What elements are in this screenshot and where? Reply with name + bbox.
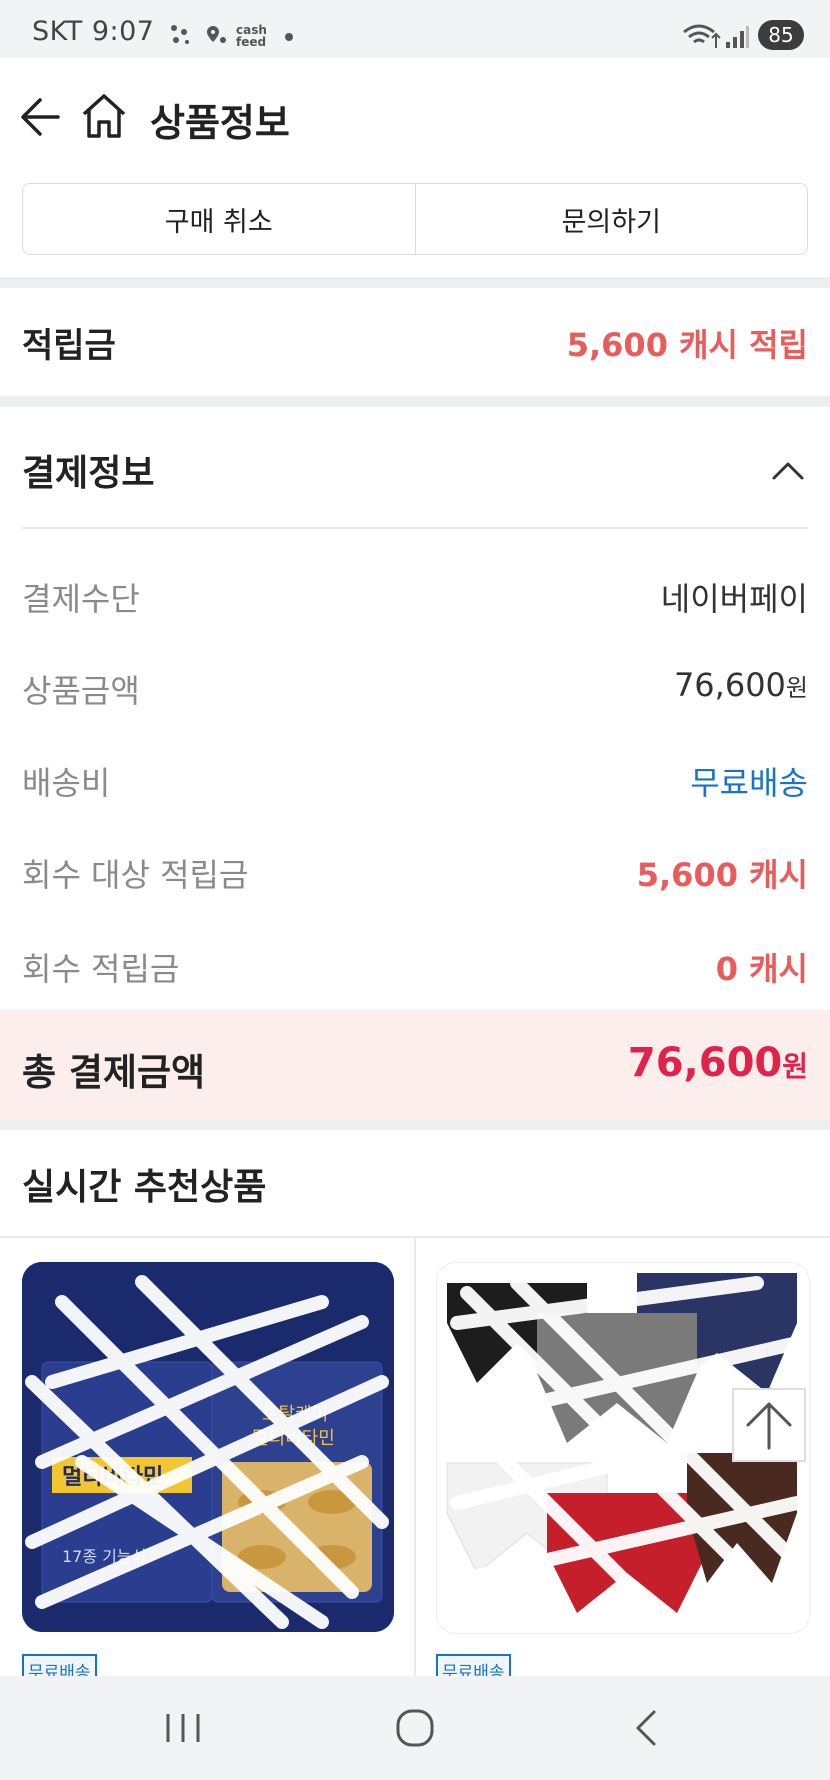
back-button[interactable] — [18, 94, 64, 140]
section-separator — [0, 277, 830, 288]
product-card-vitamin[interactable]: 토탈케어 멀티비타민 멀티비타민 17종 기능성 — [22, 1262, 394, 1632]
home-circle-icon — [396, 1709, 434, 1747]
reclaim-target-label: 회수 대상 적립금 — [22, 856, 249, 894]
grid-divider — [414, 1236, 416, 1676]
reclaim-target-value: 5,600 캐시 — [636, 856, 808, 894]
home-icon — [82, 94, 126, 138]
shipping-fee-label: 배송비 — [22, 764, 111, 802]
section-separator — [0, 1120, 830, 1130]
rewards-label: 적립금 — [22, 326, 116, 366]
divider — [22, 527, 808, 529]
recent-apps-button[interactable] — [158, 1708, 208, 1748]
carrier-time: SKT 9:07 — [32, 16, 155, 47]
section-separator — [0, 396, 830, 407]
collapse-payment-button[interactable] — [766, 448, 810, 492]
product-amount-label: 상품금액 — [22, 672, 140, 710]
recommend-title: 실시간 추천상품 — [22, 1167, 267, 1208]
signal-icon — [726, 26, 749, 48]
chevron-up-icon — [772, 462, 804, 480]
order-action-bar: 구매 취소 문의하기 — [22, 183, 808, 255]
recent-apps-icon — [166, 1714, 200, 1742]
dot-icon — [285, 33, 293, 41]
cashfeed-label: cash feed — [236, 23, 267, 49]
inquiry-button[interactable]: 문의하기 — [416, 184, 808, 254]
product-amount-value: 76,600원 — [673, 666, 808, 704]
arrow-left-icon — [21, 98, 60, 136]
payment-info-title: 결제정보 — [22, 453, 155, 494]
home-button[interactable] — [80, 92, 128, 140]
payment-method-value: 네이버페이 — [660, 580, 808, 618]
arrow-up-icon — [746, 1402, 792, 1450]
wifi-icon — [683, 24, 721, 48]
rewards-value: 5,600 캐시 적립 — [566, 326, 808, 364]
chevron-left-icon — [636, 1710, 656, 1746]
status-bar: SKT 9:07 cash feed 85 — [0, 0, 830, 58]
battery-indicator: 85 — [758, 20, 804, 50]
reclaimed-rewards-value: 0 캐시 — [715, 950, 808, 988]
home-nav-button[interactable] — [392, 1706, 438, 1750]
back-nav-button[interactable] — [626, 1706, 666, 1750]
page-title: 상품정보 — [150, 101, 290, 145]
reclaimed-rewards-label: 회수 적립금 — [22, 950, 180, 988]
cancel-purchase-button[interactable]: 구매 취소 — [23, 184, 415, 254]
app-notification-icon — [171, 25, 189, 44]
scroll-to-top-button[interactable] — [732, 1388, 806, 1462]
total-payment-value: 76,600원 — [627, 1040, 808, 1086]
shipping-fee-value: 무료배송 — [690, 764, 808, 802]
total-payment-label: 총 결제금액 — [22, 1051, 206, 1094]
product-image: 토탈케어 멀티비타민 멀티비타민 17종 기능성 — [22, 1262, 394, 1632]
payment-method-label: 결제수단 — [22, 580, 140, 618]
system-nav-bar — [0, 1676, 830, 1780]
location-icon — [207, 26, 226, 43]
